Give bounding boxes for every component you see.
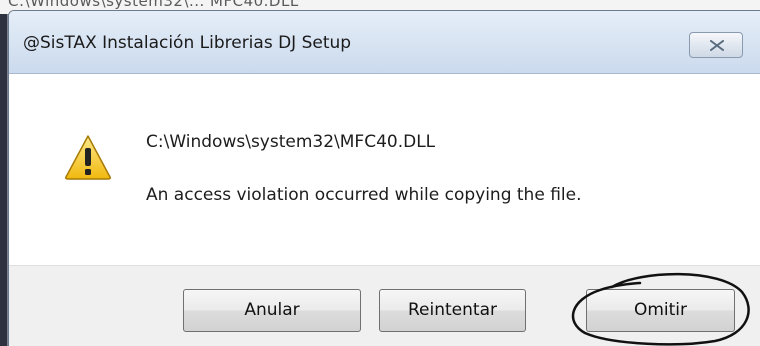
ignore-button[interactable]: Omitir <box>586 289 735 332</box>
dialog-button-bar: Anular Reintentar Omitir <box>9 265 760 346</box>
background-window-title-text: C:\Windows\system32\... MFC40.DLL <box>8 0 299 10</box>
abort-button[interactable]: Anular <box>183 289 361 332</box>
close-icon <box>710 40 724 51</box>
dialog-title: @SisTAX Instalación Librerias DJ Setup <box>23 33 352 53</box>
dialog-titlebar[interactable]: @SisTAX Instalación Librerias DJ Setup <box>9 11 760 74</box>
screen: C:\Windows\system32\... MFC40.DLL @SisTA… <box>0 0 760 346</box>
setup-error-dialog: @SisTAX Instalación Librerias DJ Setup C… <box>8 10 760 346</box>
file-path-text: C:\Windows\system32\MFC40.DLL <box>146 132 436 152</box>
error-message: An access violation occurred while copyi… <box>146 185 582 205</box>
close-button[interactable] <box>689 32 743 58</box>
retry-button[interactable]: Reintentar <box>379 289 526 332</box>
dialog-content: C:\Windows\system32\MFC40.DLL An access … <box>9 74 760 265</box>
warning-icon <box>65 135 111 180</box>
